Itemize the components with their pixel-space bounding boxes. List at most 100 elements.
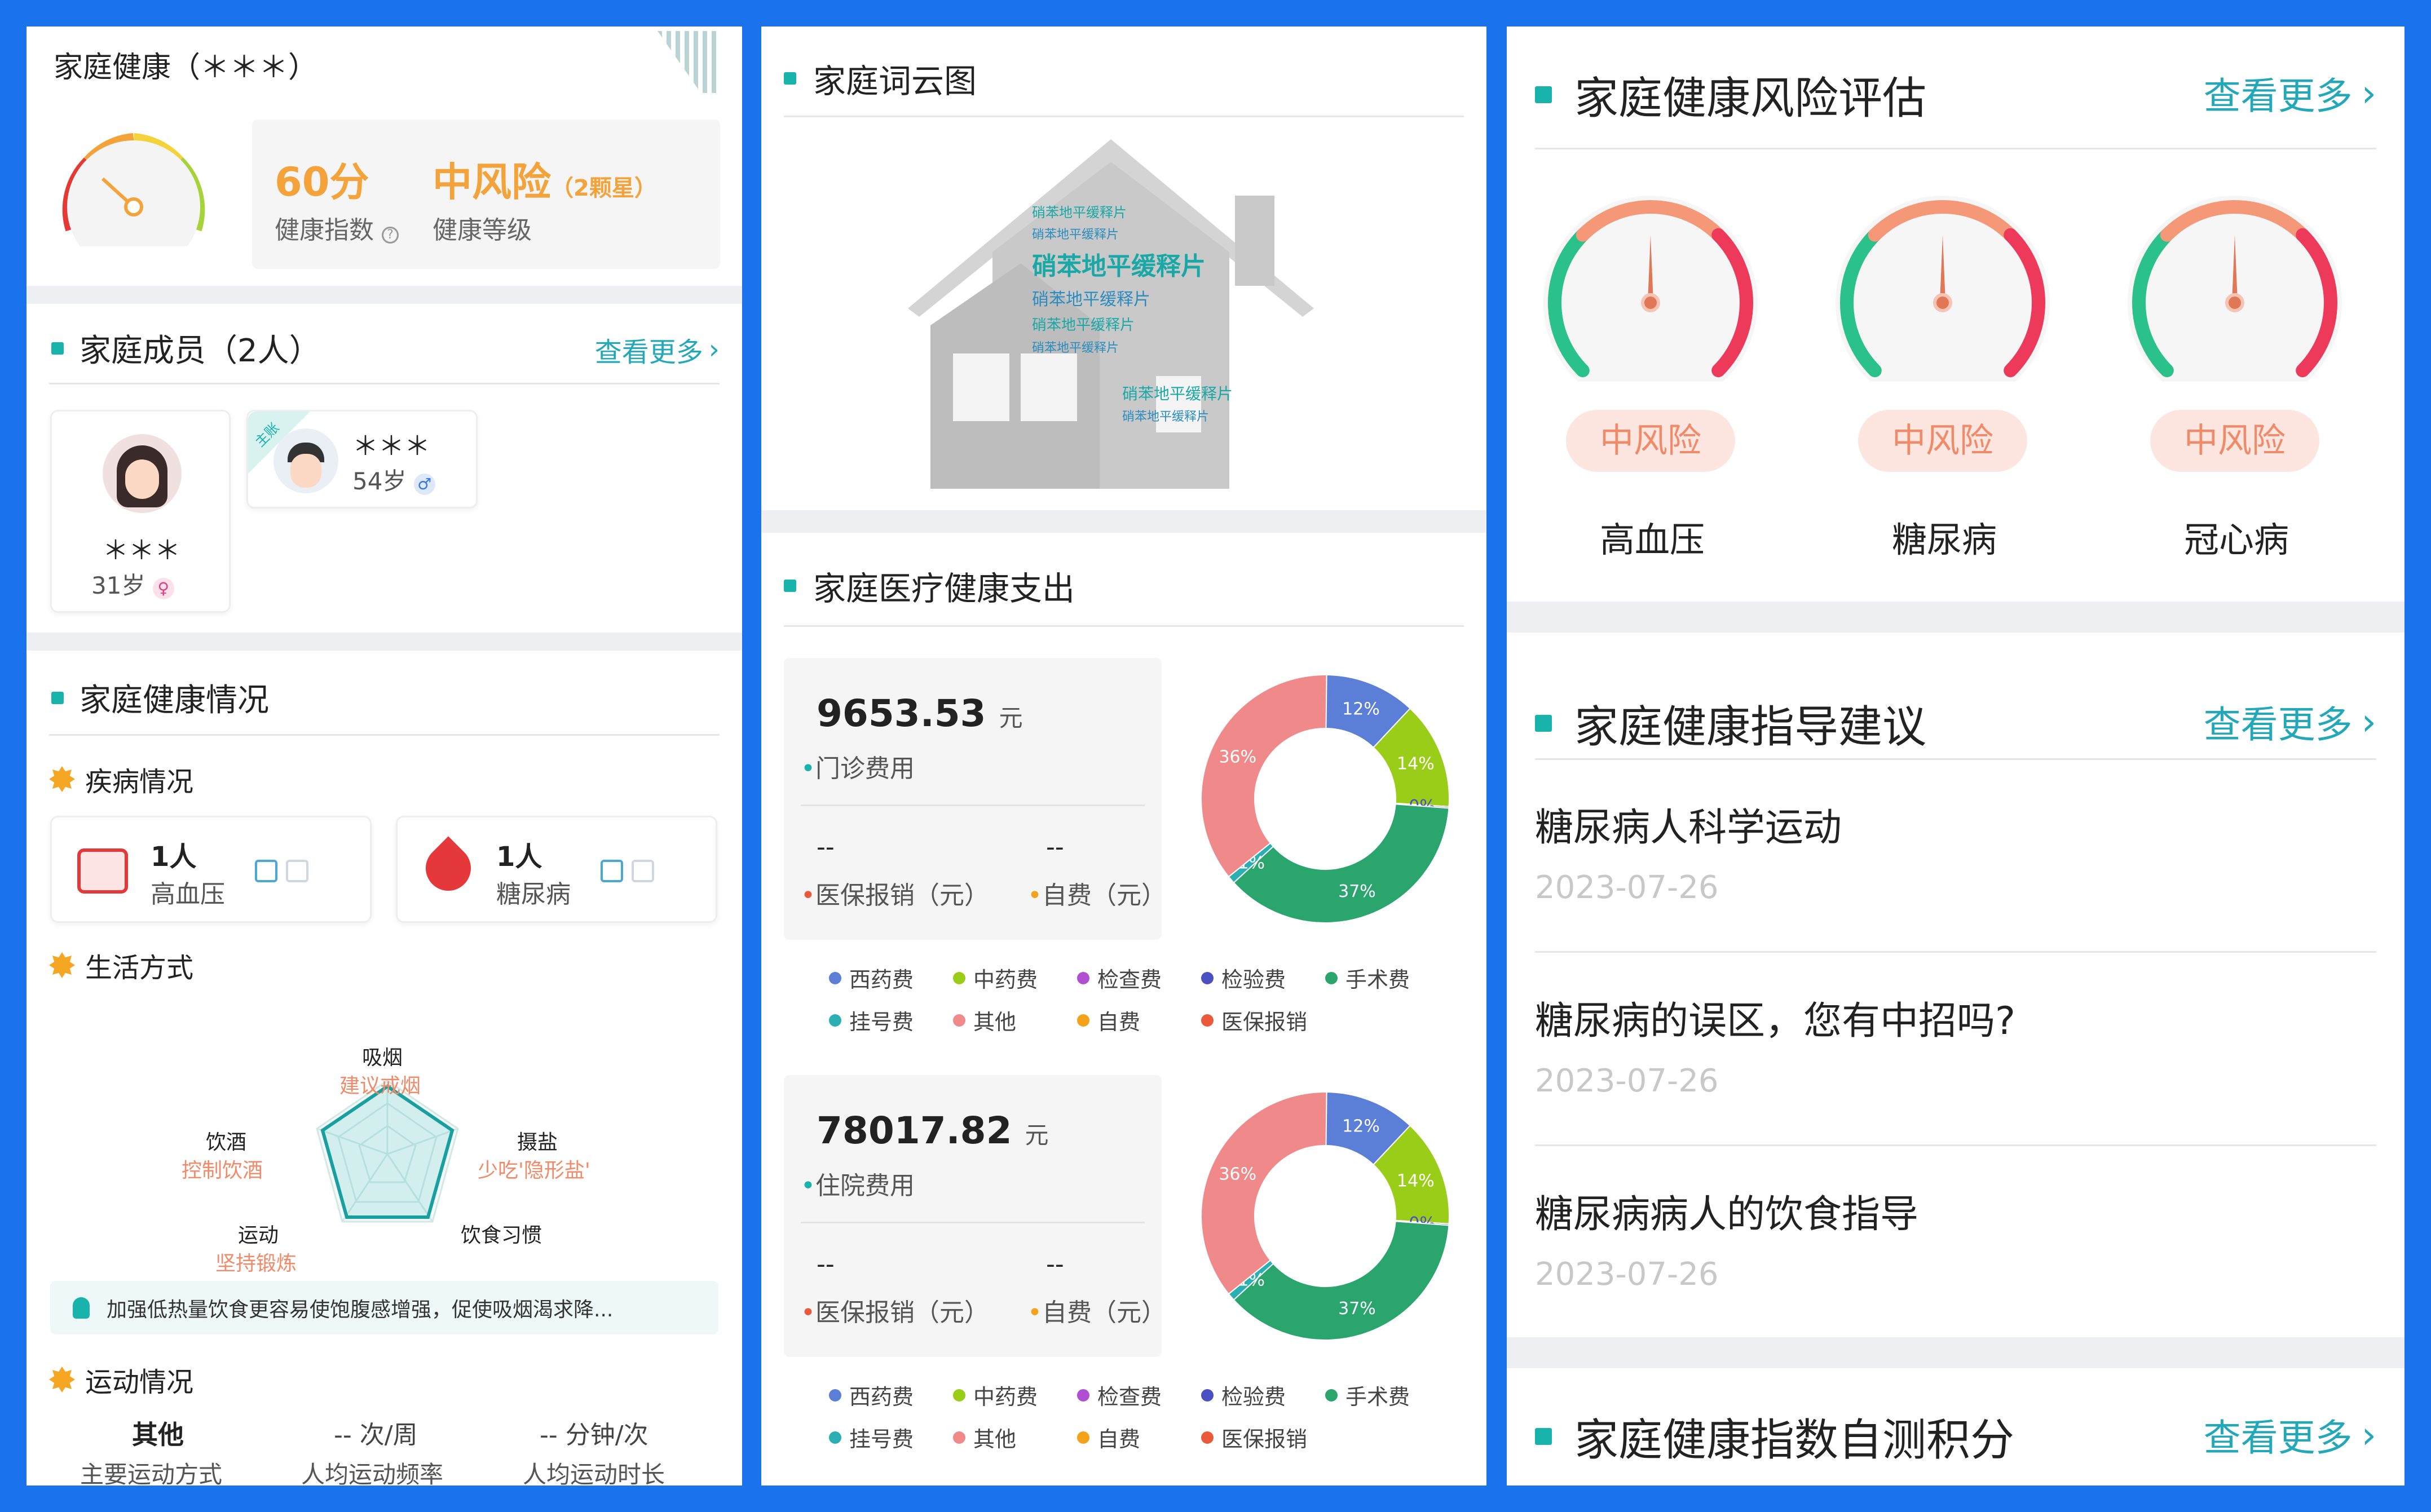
help-icon[interactable]: ? (382, 227, 399, 244)
legend-item[interactable]: 其他 (953, 1005, 1016, 1036)
health-score: 60分 (275, 159, 369, 205)
expense-legend: 西药费 中药费 检查费 检验费 手术费挂号费 其他 自费 医保报销 (829, 1380, 1449, 1470)
disease-card-hypertension[interactable]: 1人 高血压 (50, 816, 372, 923)
expense-title: 家庭医疗健康支出 (784, 562, 1075, 609)
member-card-2[interactable]: 主账 ＊＊＊ 54岁 ♂ (246, 410, 478, 509)
inpatient-amount: 78017.82 元 (817, 1109, 1049, 1152)
radar-tip-salt: 少吃'隐形盐' (478, 1159, 590, 1182)
family-health-panel: 家庭健康（＊＊＊） 60分 健康指数 ? 中风险（2颗星） 健康等级 家庭成员（… (27, 26, 742, 1486)
legend-item[interactable]: 医保报销 (1201, 1005, 1307, 1036)
disease-name: 糖尿病 (496, 880, 571, 909)
gauge-pivot (1641, 293, 1660, 312)
cloud-word: 硝苯地平缓释片 (1032, 205, 1127, 220)
lifestyle-title: 生活方式 (49, 945, 193, 985)
legend-item[interactable]: 挂号费 (829, 1422, 914, 1453)
donut-label-0: 12% (1342, 1117, 1380, 1137)
radar-tip-smoke: 建议戒烟 (339, 1075, 421, 1098)
legend-item[interactable]: 手术费 (1325, 962, 1410, 993)
article-title: 糖尿病的误区，您有中招吗? (1535, 999, 2016, 1044)
score-title: 家庭健康指数自测积分 (1535, 1405, 2014, 1468)
article-title: 糖尿病病人的饮食指导 (1535, 1192, 1919, 1237)
lifestyle-tip-bar[interactable]: 加强低热量饮食更容易使饱腹感增强，促使吸烟渴求降... (50, 1281, 718, 1334)
risk-level-badge: 中风险 (1858, 410, 2027, 472)
outpatient-self-label: •自费（元） (1027, 881, 1166, 910)
legend-item[interactable]: 中药费 (953, 1380, 1038, 1411)
family-health-title: 家庭健康（＊＊＊） (54, 51, 318, 85)
outpatient-donut-chart: 12%14%0%37%1%36% (1201, 674, 1450, 923)
risk-level-badge: 中风险 (2150, 410, 2319, 472)
legend-item[interactable]: 手术费 (1325, 1380, 1410, 1411)
legend-item[interactable]: 检验费 (1201, 1380, 1286, 1411)
inpatient-self-value: -- (1046, 1250, 1064, 1279)
outpatient-insurance-value: -- (817, 833, 835, 861)
disease-title: 疾病情况 (49, 759, 193, 799)
male-icon: ♂ (413, 474, 435, 495)
health-level: 中风险（2颗星） (433, 159, 657, 205)
legend-item[interactable]: 检验费 (1201, 962, 1286, 993)
radar-label-drink: 饮酒 (206, 1131, 247, 1154)
guide-more-link[interactable]: 查看更多 › (2204, 695, 2376, 749)
guide-title: 家庭健康指导建议 (1535, 692, 1926, 755)
male-avatar (273, 428, 338, 493)
donut-label-3: 37% (1338, 1299, 1376, 1319)
risk-more-link[interactable]: 查看更多 › (2204, 66, 2376, 120)
legend-item[interactable]: 其他 (953, 1422, 1016, 1453)
tip-text: 加强低热量饮食更容易使饱腹感增强，促使吸烟渴求降... (107, 1298, 614, 1321)
word-cloud-title: 家庭词云图 (784, 55, 977, 102)
member-name: ＊＊＊ (103, 535, 180, 565)
section-marker (784, 72, 796, 85)
sport-duration-value: -- 分钟/次 (540, 1421, 648, 1449)
legend-item[interactable]: 自费 (1077, 1005, 1140, 1036)
legend-item[interactable]: 挂号费 (829, 1005, 914, 1036)
inpatient-label: •住院费用 (801, 1171, 915, 1200)
legend-item[interactable]: 中药费 (953, 962, 1038, 993)
sport-title: 运动情况 (49, 1360, 193, 1399)
cloud-word: 硝苯地平缓释片 (1032, 341, 1119, 355)
legend-item[interactable]: 医保报销 (1201, 1422, 1307, 1453)
inpatient-box: 78017.82 元 •住院费用 -- •医保报销（元） -- •自费（元） (784, 1075, 1166, 1357)
article-date: 2023-07-26 (1535, 1063, 1719, 1099)
blood-pressure-icon (77, 848, 128, 894)
donut-slice-3[interactable] (1233, 1221, 1450, 1341)
inpatient-donut-chart: 12%14%0%37%1%36% (1201, 1091, 1450, 1341)
qr-code-icon[interactable] (658, 31, 720, 93)
members-title: 家庭成员（2人） (51, 325, 321, 371)
legend-item[interactable]: 检查费 (1077, 962, 1162, 993)
health-title: 家庭健康情况 (51, 675, 269, 720)
cloud-word: 硝苯地平缓释片 (1032, 228, 1119, 242)
disease-card-diabetes[interactable]: 1人 糖尿病 (396, 816, 717, 923)
radar-label-smoke: 吸烟 (362, 1046, 403, 1069)
scan-icon (255, 860, 277, 882)
star-badge-icon (49, 1367, 75, 1392)
cloud-word: 硝苯地平缓释片 (1032, 252, 1206, 281)
legend-item[interactable]: 自费 (1077, 1422, 1140, 1453)
donut-label-0: 12% (1342, 700, 1380, 719)
risk-panel: 家庭健康风险评估 查看更多 › 中风险 高血压 中风险 糖尿病 中风险 冠心病 家… (1507, 26, 2404, 1486)
legend-item[interactable]: 检查费 (1077, 1380, 1162, 1411)
legend-item[interactable]: 西药费 (829, 1380, 914, 1411)
risk-gauge-heart (2128, 196, 2342, 382)
donut-slice-3[interactable] (1233, 803, 1450, 923)
members-more-link[interactable]: 查看更多 › (595, 330, 720, 369)
health-level-label: 健康等级 (433, 216, 532, 245)
disease-count: 1人 (151, 841, 197, 873)
female-icon: ♀ (152, 578, 174, 599)
female-avatar (103, 434, 182, 513)
article-item[interactable]: 糖尿病病人的饮食指导 2023-07-26 (1507, 1146, 2404, 1332)
score-more-link[interactable]: 查看更多 › (2204, 1408, 2376, 1462)
outpatient-insurance-label: •医保报销（元） (801, 881, 989, 910)
donut-label-1: 14% (1397, 754, 1435, 773)
disease-name: 高血压 (151, 880, 225, 909)
donut-slice-5[interactable] (1201, 1091, 1327, 1295)
donut-label-1: 14% (1397, 1171, 1435, 1191)
radar-label-diet: 饮食习惯 (461, 1224, 542, 1247)
legend-item[interactable]: 西药费 (829, 962, 914, 993)
donut-slice-5[interactable] (1201, 674, 1327, 878)
lightbulb-icon (73, 1297, 90, 1319)
sport-type-value: 其他 (132, 1420, 184, 1450)
sport-frequency-label: 人均运动频率 (301, 1461, 444, 1486)
article-item[interactable]: 糖尿病的误区，您有中招吗? 2023-07-26 (1507, 953, 2404, 1144)
article-item[interactable]: 糖尿病人科学运动 2023-07-26 (1507, 759, 2404, 951)
member-card-1[interactable]: ＊＊＊ 31岁 ♀ (50, 410, 231, 613)
inpatient-insurance-value: -- (817, 1250, 835, 1279)
